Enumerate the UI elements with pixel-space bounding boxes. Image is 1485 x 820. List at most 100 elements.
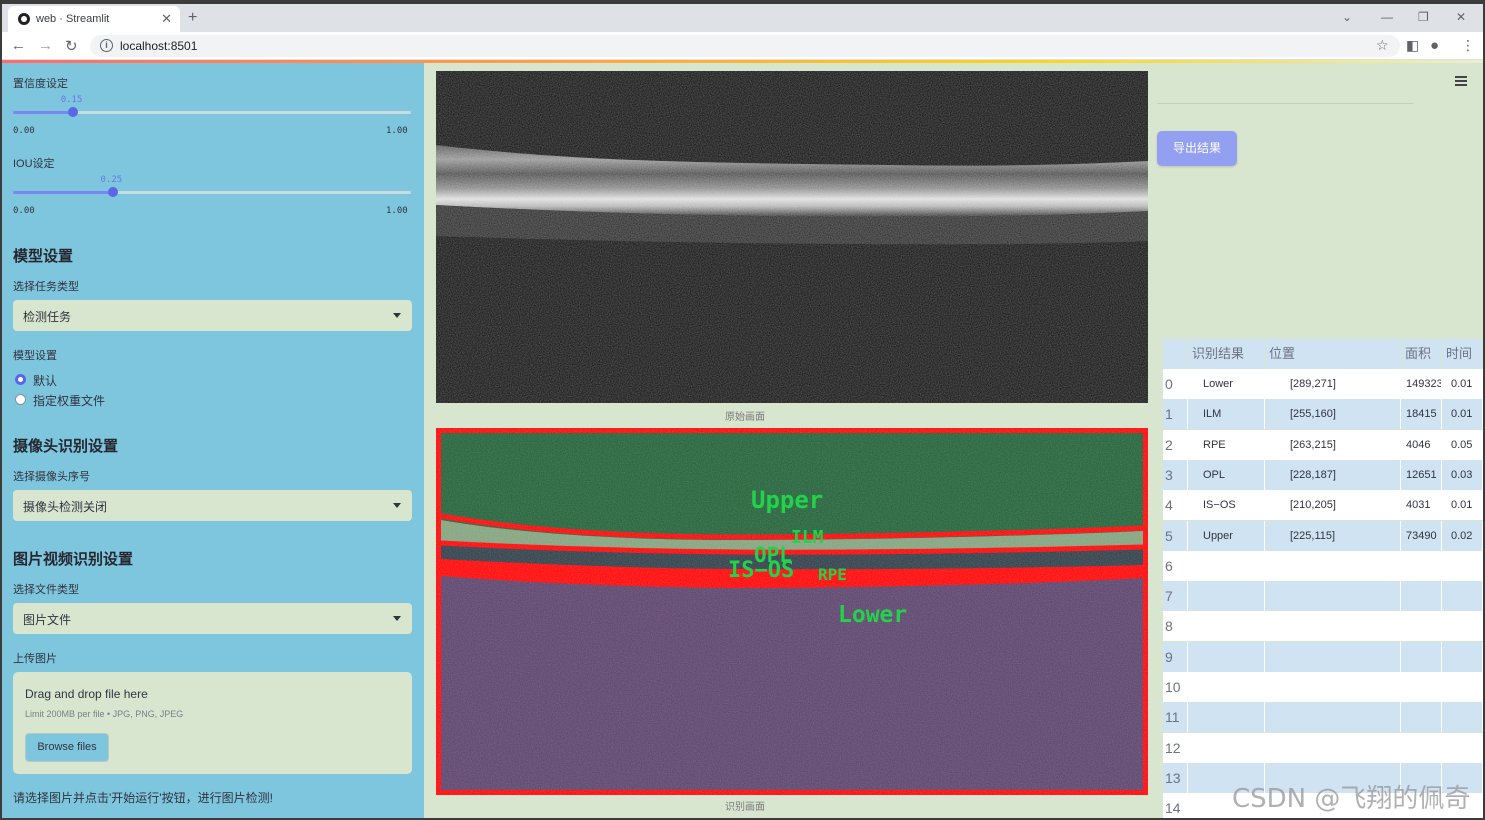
camera-label: 选择摄像头序号 (13, 471, 90, 483)
confidence-slider[interactable] (13, 107, 411, 117)
browse-files-button[interactable]: Browse files (25, 733, 109, 762)
table-row[interactable]: 5 Upper [225,115] 73490 0.02 (1163, 520, 1483, 551)
table-row[interactable]: 9 (1163, 641, 1483, 672)
oct-scan-segmented: Upper ILM OPL IS−OS RPE Lower (436, 428, 1148, 795)
url-text: localhost:8501 (120, 39, 198, 53)
streamlit-app: 置信度设定 0.15 0.00 1.00 IOU设定 0.25 0.00 1.0… (2, 63, 1483, 818)
chevron-down-icon (393, 503, 401, 508)
iou-label: IOU设定 (13, 158, 55, 170)
row-index: 7 (1163, 581, 1188, 612)
table-cell (1265, 732, 1401, 763)
label-is-os: IS−OS (728, 558, 794, 583)
table-cell: 0.02 (1442, 520, 1483, 551)
table-cell (1442, 641, 1483, 672)
confidence-min: 0.00 (13, 126, 35, 136)
table-row[interactable]: 12 (1163, 732, 1483, 763)
row-index: 0 (1163, 369, 1188, 399)
table-cell (1265, 641, 1401, 672)
iou-min: 0.00 (13, 206, 35, 216)
tab-strip: web · Streamlit ✕ + ⌄ — ❐ ✕ (2, 4, 1483, 32)
restore-icon[interactable]: ❐ (1418, 10, 1429, 24)
close-window-icon[interactable]: ✕ (1456, 10, 1466, 24)
task-type-select[interactable]: 检测任务 (13, 300, 412, 331)
label-ilm: ILM (791, 527, 824, 548)
table-cell (1401, 641, 1442, 672)
table-cell (1188, 702, 1265, 733)
table-cell (1265, 581, 1401, 612)
oct-scan-original (436, 71, 1148, 403)
table-row[interactable]: 8 (1163, 611, 1483, 642)
address-bar[interactable]: i localhost:8501 (90, 35, 1400, 57)
table-row[interactable]: 10 (1163, 672, 1483, 702)
iou-slider-thumb[interactable] (107, 187, 118, 197)
table-cell (1265, 672, 1401, 702)
table-cell: 0.01 (1442, 399, 1483, 430)
more-menu-icon[interactable]: ⋮ (1461, 37, 1475, 54)
table-cell (1401, 672, 1442, 702)
table-cell (1188, 581, 1265, 612)
tab-search-icon[interactable]: ⌄ (1342, 10, 1352, 24)
header-area[interactable]: 面积 (1401, 339, 1442, 369)
browser-window: web · Streamlit ✕ + ⌄ — ❐ ✕ ← → ↻ i loca… (0, 0, 1485, 820)
media-section-heading: 图片视频识别设置 (13, 551, 134, 568)
watermark: CSDN @飞翔的佩奇 (1232, 784, 1471, 814)
table-row[interactable]: 7 (1163, 581, 1483, 612)
confidence-slider-thumb[interactable] (67, 107, 78, 117)
forward-icon[interactable]: → (38, 37, 53, 54)
model-section-heading: 模型设置 (13, 248, 74, 265)
profile-avatar-icon[interactable]: ● (1430, 37, 1439, 54)
table-row[interactable]: 0 Lower [289,271] 149323 0.01 (1163, 369, 1483, 399)
table-row[interactable]: 3 OPL [228,187] 12651 0.03 (1163, 459, 1483, 490)
upload-label: 上传图片 (13, 653, 57, 665)
radio-default[interactable] (15, 374, 26, 385)
site-info-icon[interactable]: i (100, 39, 113, 52)
minimize-icon[interactable]: — (1381, 10, 1393, 24)
row-index: 8 (1163, 611, 1188, 642)
header-time[interactable]: 时间 (1442, 339, 1483, 369)
divider (1157, 103, 1413, 104)
upload-title: Drag and drop file here (25, 687, 148, 701)
table-cell: 73490 (1401, 520, 1442, 551)
close-tab-icon[interactable]: ✕ (161, 11, 172, 27)
iou-max: 1.00 (386, 206, 408, 216)
browser-tab[interactable]: web · Streamlit ✕ (8, 6, 180, 32)
radio-custom-weights[interactable] (15, 394, 26, 405)
table-cell: [255,160] (1265, 399, 1401, 430)
result-caption: 识别画面 (725, 802, 765, 813)
reload-icon[interactable]: ↻ (65, 37, 78, 55)
table-cell: 0.03 (1442, 459, 1483, 490)
table-cell: ILM (1188, 399, 1265, 430)
table-row[interactable]: 6 (1163, 550, 1483, 581)
row-index: 1 (1163, 399, 1188, 430)
table-row[interactable]: 2 RPE [263,215] 4046 0.05 (1163, 429, 1483, 460)
file-type-select[interactable]: 图片文件 (13, 603, 412, 634)
export-results-button[interactable]: 导出结果 (1157, 131, 1237, 166)
side-panel-icon[interactable]: ◧ (1406, 37, 1419, 54)
table-row[interactable]: 11 (1163, 702, 1483, 733)
bookmark-star-icon[interactable]: ☆ (1376, 37, 1389, 54)
header-index (1163, 339, 1188, 369)
row-index: 3 (1163, 459, 1188, 490)
table-cell (1401, 702, 1442, 733)
table-cell: 18415 (1401, 399, 1442, 430)
table-cell: IS−OS (1188, 490, 1265, 521)
back-icon[interactable]: ← (11, 37, 26, 54)
radio-default-label[interactable]: 默认 (33, 372, 57, 389)
table-cell (1188, 641, 1265, 672)
results-table: 识别结果 位置 面积 时间 0 Lower [289,271] 149323 0.01 1… (1163, 339, 1483, 818)
camera-select[interactable]: 摄像头检测关闭 (13, 490, 412, 521)
file-type-value: 图片文件 (23, 613, 72, 627)
iou-slider[interactable] (13, 187, 411, 197)
file-uploader-dropzone[interactable]: Drag and drop file here Limit 200MB per … (13, 672, 412, 774)
main-menu-icon[interactable] (1455, 76, 1467, 88)
original-image (436, 71, 1148, 403)
row-index: 14 (1163, 793, 1188, 818)
new-tab-icon[interactable]: + (188, 9, 197, 27)
table-row[interactable]: 1 ILM [255,160] 18415 0.01 (1163, 399, 1483, 430)
confidence-max: 1.00 (386, 126, 408, 136)
table-row[interactable]: 4 IS−OS [210,205] 4031 0.01 (1163, 490, 1483, 521)
table-cell (1401, 581, 1442, 612)
radio-custom-weights-label[interactable]: 指定权重文件 (33, 392, 105, 409)
header-result[interactable]: 识别结果 (1188, 339, 1265, 369)
header-position[interactable]: 位置 (1265, 339, 1401, 369)
